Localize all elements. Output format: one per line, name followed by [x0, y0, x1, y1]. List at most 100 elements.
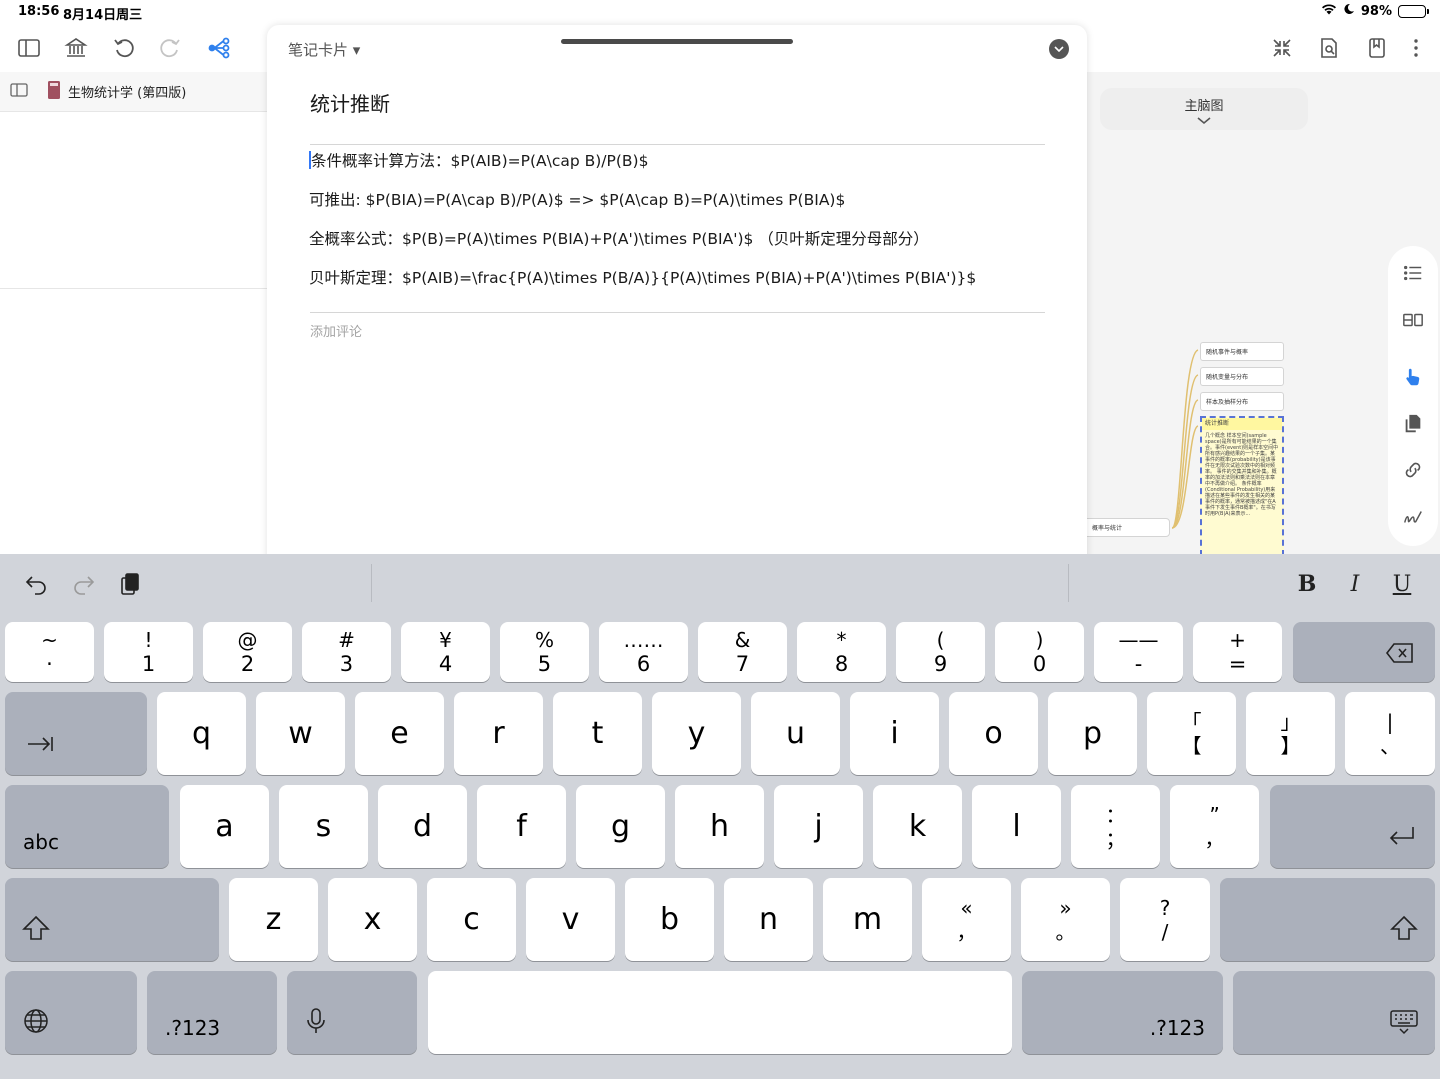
- mindmap-root-node[interactable]: 概率与统计: [1086, 518, 1170, 537]
- book-title[interactable]: 生物统计学 (第四版): [68, 82, 186, 101]
- mindmap-icon[interactable]: [205, 34, 233, 62]
- note-line[interactable]: 贝叶斯定理：$P(AIB)=\frac{P(A)\times P(B/A)}{P…: [309, 265, 1049, 304]
- key[interactable]: ~ ·: [5, 622, 94, 682]
- key[interactable]: …… 6: [599, 622, 688, 682]
- key-bracket-right[interactable]: 」】: [1246, 692, 1335, 775]
- card-type-selector[interactable]: 笔记卡片 ▾: [288, 39, 360, 60]
- note-line[interactable]: 全概率公式：$P(B)=P(A)\times P(BIA)+P(A')\time…: [309, 226, 1049, 265]
- bookmark-icon[interactable]: [1363, 34, 1391, 62]
- underline-button[interactable]: U: [1386, 568, 1418, 600]
- key-s[interactable]: s: [279, 785, 368, 868]
- key-b[interactable]: b: [625, 878, 714, 961]
- list-icon[interactable]: [1399, 259, 1427, 287]
- layout-icon[interactable]: [1399, 306, 1427, 334]
- key-g[interactable]: g: [576, 785, 665, 868]
- note-line[interactable]: 可推出: $P(BIA)=P(A\cap B)/P(A)$ => $P(A\ca…: [309, 187, 1049, 226]
- mindmap-title-button[interactable]: 主脑图: [1100, 88, 1308, 130]
- key-u[interactable]: u: [751, 692, 840, 775]
- key-y[interactable]: y: [652, 692, 741, 775]
- key-k[interactable]: k: [873, 785, 962, 868]
- kb-paste-icon[interactable]: [114, 568, 146, 600]
- key-c[interactable]: c: [427, 878, 516, 961]
- key-period[interactable]: »。: [1021, 878, 1110, 961]
- key-pipe[interactable]: |、: [1345, 692, 1435, 775]
- key[interactable]: —— -: [1094, 622, 1183, 682]
- numbers-key-left[interactable]: .?123: [147, 971, 277, 1054]
- key-v[interactable]: v: [526, 878, 615, 961]
- pointer-hand-icon[interactable]: [1399, 363, 1427, 391]
- key[interactable]: % 5: [500, 622, 589, 682]
- note-card[interactable]: 笔记卡片 ▾ 统计推断 条件概率计算方法：$P(AIB)=P(A\cap B)/…: [267, 25, 1087, 565]
- draw-icon[interactable]: [1399, 503, 1427, 531]
- note-line-row[interactable]: 条件概率计算方法：$P(AIB)=P(A\cap B)/P(B)$: [309, 148, 1049, 187]
- copy-icon[interactable]: [1399, 410, 1427, 438]
- redo-icon[interactable]: [156, 34, 184, 62]
- key[interactable]: + =: [1193, 622, 1282, 682]
- key[interactable]: & 7: [698, 622, 787, 682]
- key-o[interactable]: o: [949, 692, 1038, 775]
- dictation-key[interactable]: [287, 971, 417, 1054]
- more-icon[interactable]: [1402, 34, 1430, 62]
- kb-redo-icon[interactable]: [68, 568, 100, 600]
- key-colon[interactable]: ：；: [1071, 785, 1160, 868]
- key-q[interactable]: q: [157, 692, 246, 775]
- kb-undo-icon[interactable]: [20, 568, 52, 600]
- globe-key[interactable]: [5, 971, 137, 1054]
- mindmap-node[interactable]: 随机变量与分布: [1200, 367, 1284, 386]
- italic-button[interactable]: I: [1339, 568, 1371, 600]
- sidebar-toggle-icon[interactable]: [15, 34, 43, 62]
- key-x[interactable]: x: [328, 878, 417, 961]
- key-p[interactable]: p: [1048, 692, 1137, 775]
- return-key[interactable]: [1270, 785, 1435, 868]
- key-t[interactable]: t: [553, 692, 642, 775]
- key[interactable]: (9: [896, 622, 985, 682]
- card-grabber[interactable]: [561, 39, 793, 44]
- key-quote[interactable]: ”，: [1170, 785, 1259, 868]
- key-j[interactable]: j: [774, 785, 863, 868]
- key-d[interactable]: d: [378, 785, 467, 868]
- search-doc-icon[interactable]: [1315, 34, 1343, 62]
- mindmap-node[interactable]: 样本及抽样分布: [1200, 392, 1284, 411]
- split-view-icon[interactable]: [10, 82, 28, 101]
- numbers-key-right[interactable]: .?123: [1022, 971, 1223, 1054]
- key-bracket-left[interactable]: 「【: [1147, 692, 1236, 775]
- link-icon[interactable]: [1399, 456, 1427, 484]
- bold-button[interactable]: B: [1291, 568, 1323, 600]
- add-comment-field[interactable]: 添加评论: [310, 321, 362, 340]
- key[interactable]: * 8: [797, 622, 886, 682]
- key-n[interactable]: n: [724, 878, 813, 961]
- card-collapse-button[interactable]: [1049, 39, 1069, 59]
- collapse-icon[interactable]: [1268, 34, 1296, 62]
- key-f[interactable]: f: [477, 785, 566, 868]
- space-key[interactable]: [428, 971, 1012, 1054]
- mindmap-node[interactable]: 随机事件与概率: [1200, 342, 1284, 361]
- card-body-editor[interactable]: 条件概率计算方法：$P(AIB)=P(A\cap B)/P(B)$ 可推出: $…: [309, 148, 1049, 304]
- tab-key[interactable]: [5, 692, 147, 775]
- library-icon[interactable]: [62, 34, 90, 62]
- key-comma[interactable]: «，: [922, 878, 1011, 961]
- key-h[interactable]: h: [675, 785, 764, 868]
- card-title[interactable]: 统计推断: [310, 88, 390, 117]
- mindmap-focus-node[interactable]: 统计推断 几个概念 样本空间(sample space)是所有可能结果的一个集合…: [1200, 416, 1284, 556]
- key-i[interactable]: i: [850, 692, 939, 775]
- delete-key[interactable]: [1293, 622, 1435, 682]
- key[interactable]: ! 1: [104, 622, 193, 682]
- key[interactable]: ) 0: [995, 622, 1084, 682]
- key-z[interactable]: z: [229, 878, 318, 961]
- key-e[interactable]: e: [355, 692, 444, 775]
- key-m[interactable]: m: [823, 878, 912, 961]
- key-a[interactable]: a: [180, 785, 269, 868]
- key[interactable]: #3: [302, 622, 391, 682]
- abc-key[interactable]: abc: [5, 785, 169, 868]
- key[interactable]: ¥4: [401, 622, 490, 682]
- shift-left-key[interactable]: [5, 878, 219, 961]
- dismiss-keyboard-key[interactable]: [1233, 971, 1435, 1054]
- shift-right-key[interactable]: [1220, 878, 1435, 961]
- key-slash[interactable]: ? /: [1120, 878, 1210, 961]
- undo-icon[interactable]: [110, 34, 138, 62]
- mindmap-panel[interactable]: 主脑图 随机事件与概率 随机变量与分布 样本及抽样分布 统计推断 几个概念 样本…: [1086, 72, 1440, 556]
- key-r[interactable]: r: [454, 692, 543, 775]
- key-l[interactable]: l: [972, 785, 1061, 868]
- key[interactable]: @2: [203, 622, 292, 682]
- key-w[interactable]: w: [256, 692, 345, 775]
